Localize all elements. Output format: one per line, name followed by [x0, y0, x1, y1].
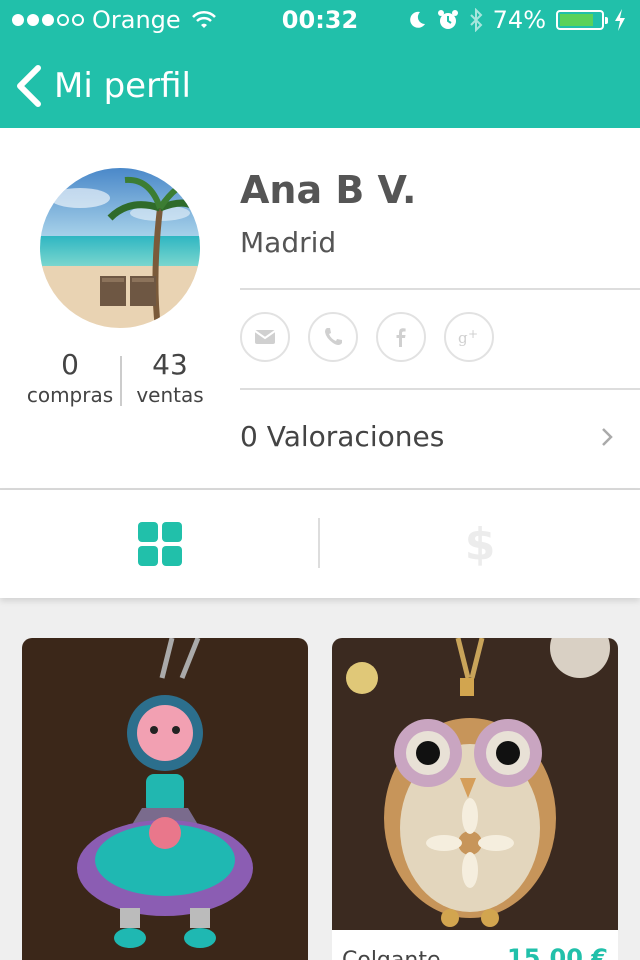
divider	[240, 288, 640, 290]
avatar-beach-image	[40, 168, 200, 328]
svg-text:g: g	[458, 329, 468, 347]
ventas-label: ventas	[136, 383, 204, 407]
facebook-icon	[396, 328, 406, 347]
profile-screen: Orange 00:32 74% Mi perfil 0 compras 43 …	[0, 0, 640, 960]
alarm-icon	[437, 10, 458, 29]
back-button[interactable]: Mi perfil	[0, 56, 191, 116]
tab-bar: $	[0, 490, 640, 598]
valoraciones-label: 0 Valoraciones	[240, 420, 445, 453]
charging-icon	[615, 9, 625, 31]
valoraciones-row[interactable]: 0 Valoraciones	[240, 390, 640, 488]
phone-button[interactable]	[308, 312, 358, 362]
profile-card: 0 compras 43 ventas Ana B V. Madrid g + …	[0, 128, 640, 490]
product-image-doll-pendant	[22, 638, 308, 960]
compras-count: 0	[61, 348, 79, 381]
battery-percent: 74%	[492, 6, 546, 34]
product-image-owl-pendant	[332, 638, 618, 930]
product-grid: Colgante 15,00 €	[0, 638, 640, 960]
profile-name: Ana B V.	[240, 168, 417, 212]
social-buttons: g +	[240, 312, 494, 362]
mail-icon	[254, 330, 276, 344]
compras-stat[interactable]: 0 compras	[20, 348, 120, 407]
ventas-stat[interactable]: 43 ventas	[120, 348, 220, 407]
svg-text:+: +	[468, 327, 478, 341]
profile-city: Madrid	[240, 226, 337, 259]
battery-fill	[560, 14, 593, 26]
product-card[interactable]: Colgante 15,00 €	[332, 638, 618, 960]
avatar[interactable]	[40, 168, 200, 328]
product-price: 15,00 €	[507, 944, 608, 960]
chevron-right-icon	[602, 428, 613, 446]
nav-title: Mi perfil	[54, 66, 191, 106]
phone-icon	[325, 328, 342, 345]
facebook-button[interactable]	[376, 312, 426, 362]
tab-sold[interactable]: $	[320, 490, 640, 598]
stats: 0 compras 43 ventas	[20, 348, 220, 408]
product-card[interactable]	[22, 638, 308, 960]
compras-label: compras	[26, 383, 114, 407]
grid-icon	[138, 522, 182, 566]
product-title: Colgante	[342, 948, 440, 960]
dollar-icon: $	[465, 519, 496, 569]
bluetooth-icon	[469, 8, 483, 32]
battery-icon	[556, 10, 608, 30]
status-bar: Orange 00:32 74%	[0, 0, 640, 40]
status-right: 74%	[407, 6, 626, 34]
google-plus-icon: g +	[458, 327, 478, 347]
ventas-count: 43	[152, 348, 188, 381]
mail-button[interactable]	[240, 312, 290, 362]
google-plus-button[interactable]: g +	[444, 312, 494, 362]
header: Orange 00:32 74% Mi perfil	[0, 0, 640, 128]
chevron-left-icon	[17, 65, 41, 107]
moon-icon	[409, 11, 425, 28]
tab-products-grid[interactable]	[0, 490, 320, 598]
svg-text:$: $	[465, 519, 496, 569]
product-info: Colgante 15,00 €	[332, 930, 618, 960]
